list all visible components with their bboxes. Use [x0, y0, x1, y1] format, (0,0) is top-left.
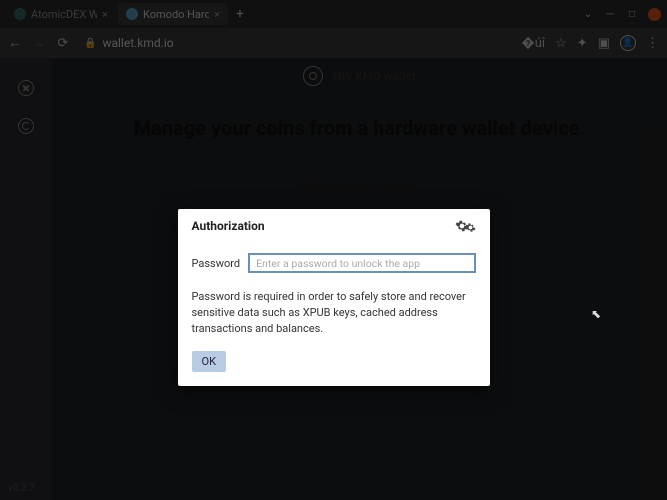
authorization-modal: Authorization Password Password is requi…: [178, 209, 490, 386]
password-input[interactable]: [248, 253, 475, 273]
modal-title: Authorization: [192, 219, 265, 233]
password-help-text: Password is required in order to safely …: [192, 289, 476, 337]
password-label: Password: [192, 257, 241, 270]
settings-icon[interactable]: [455, 219, 476, 233]
ok-button[interactable]: OK: [192, 351, 226, 372]
